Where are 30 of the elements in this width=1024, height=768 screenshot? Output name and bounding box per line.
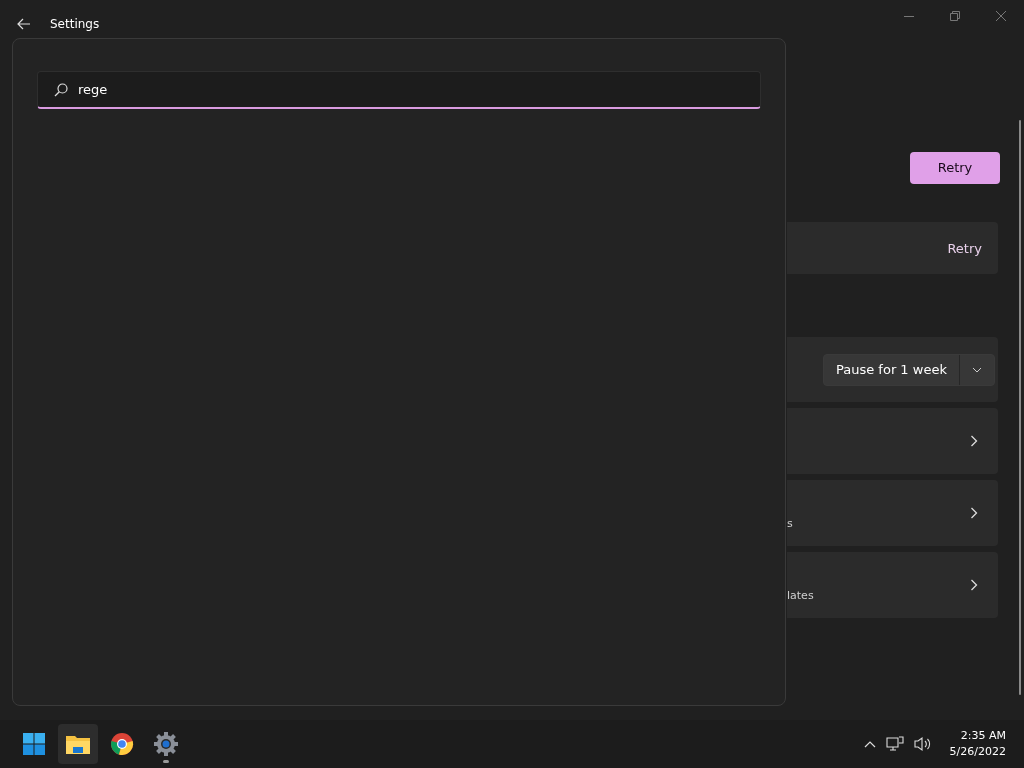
gear-icon xyxy=(153,731,179,757)
windows-logo-icon xyxy=(22,732,46,756)
minimize-icon xyxy=(904,15,914,17)
back-arrow-icon xyxy=(17,18,31,30)
scrollbar[interactable] xyxy=(1019,120,1021,695)
network-icon[interactable] xyxy=(885,736,904,752)
chevron-right-icon xyxy=(970,579,978,591)
settings-card[interactable]: lates xyxy=(787,552,998,618)
search-icon xyxy=(54,82,68,97)
running-indicator xyxy=(163,760,169,763)
speaker-icon[interactable] xyxy=(913,736,932,752)
folder-icon xyxy=(65,733,91,755)
card-subtitle: s xyxy=(787,517,793,530)
clock-time[interactable]: 2:35 AM xyxy=(960,728,1006,744)
window-title: Settings xyxy=(50,17,100,31)
pause-button[interactable]: Pause for 1 week xyxy=(824,354,960,385)
chevron-right-icon xyxy=(970,435,978,447)
taskbar-app[interactable] xyxy=(58,724,98,764)
browser-icon xyxy=(110,732,134,756)
pause-split-button[interactable]: Pause for 1 week xyxy=(823,353,995,386)
retry-button[interactable]: Retry xyxy=(910,152,1000,184)
chevron-down-icon xyxy=(971,366,982,373)
retry-link[interactable]: Retry xyxy=(947,240,982,256)
settings-card[interactable]: s xyxy=(787,480,998,546)
clock-date[interactable]: 5/26/2022 xyxy=(949,744,1006,760)
close-icon xyxy=(996,11,1006,21)
restore-icon xyxy=(950,11,960,21)
card-subtitle: lates xyxy=(787,589,814,602)
chevron-right-icon xyxy=(970,507,978,519)
chevron-up-icon[interactable] xyxy=(863,740,876,748)
